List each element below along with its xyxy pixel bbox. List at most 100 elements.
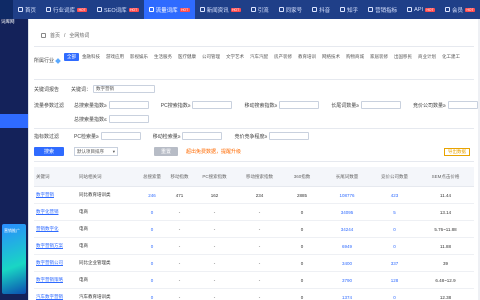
sidebar-item-active[interactable] [0, 114, 28, 128]
bid-company-cell[interactable]: 0 [372, 244, 417, 249]
bid-company-cell[interactable]: 0 [372, 295, 417, 300]
total-search-cell[interactable]: 0 [137, 295, 167, 300]
industry-chip[interactable]: 汽车汽配 [247, 53, 271, 61]
nav-item[interactable]: 新闻资讯 HOT [195, 0, 246, 19]
industry-chip[interactable]: 公司管理 [199, 53, 223, 61]
breadcrumb-home[interactable]: 首页 [50, 32, 60, 39]
filter-input[interactable] [100, 132, 141, 140]
bid-company-cell[interactable]: 128 [372, 278, 417, 283]
sort-select[interactable]: 默认项目排序 ▾ [74, 147, 118, 156]
total-search-cell[interactable]: 0 [137, 261, 167, 266]
longtail-count-cell[interactable]: 108776 [322, 193, 372, 198]
header-cell[interactable]: PC搜索指数 [192, 174, 237, 180]
keyword-link[interactable]: 营销数字化 [34, 226, 79, 232]
breadcrumb-separator: / [64, 32, 66, 39]
sidebar-item[interactable] [0, 91, 28, 105]
header-cell[interactable]: 360指数 [282, 174, 322, 180]
keyword-input-value: 数字营销 [96, 86, 115, 91]
header-cell[interactable]: 总搜索量 [137, 174, 167, 180]
longtail-count-cell[interactable]: 34244 [322, 227, 372, 232]
longtail-count-cell[interactable]: 3400 [322, 261, 372, 266]
industry-chip[interactable]: 金融科技 [79, 53, 103, 61]
header-cell[interactable]: 移动指数 [167, 174, 192, 180]
filter-input[interactable] [447, 101, 478, 109]
nav-item[interactable]: 会员 HOT [440, 0, 480, 19]
industry-chip[interactable]: 文学艺术 [223, 53, 247, 61]
industry-chip[interactable]: 房产装修 [271, 53, 295, 61]
filter-input[interactable] [182, 132, 223, 140]
total-search-cell[interactable]: 0 [137, 210, 167, 215]
header-cell[interactable]: 移动搜索指数 [237, 174, 282, 180]
industry-chip[interactable]: 商业计划 [415, 53, 439, 61]
export-button[interactable]: 导出数据 [444, 148, 470, 156]
sidebar-item[interactable] [0, 37, 28, 51]
nav-item[interactable]: SEO词库 HOT [92, 0, 144, 19]
industry-chip[interactable]: 游戏应用 [103, 53, 127, 61]
nav-item[interactable]: 引流 [246, 0, 274, 19]
reset-button[interactable]: 重置 [154, 147, 178, 156]
search-button[interactable]: 搜索 [34, 147, 64, 156]
nav-item[interactable]: 知乎 [335, 0, 363, 19]
header-cell[interactable]: SEM点击价格 [417, 174, 474, 180]
filter-input[interactable] [108, 115, 149, 123]
table-row[interactable]: 数字营销策略 电商 0 - - - 0 3790 128 6.48~12.9 [34, 272, 474, 289]
header-cell[interactable]: 同站相关词 [79, 174, 137, 180]
keyword-link[interactable]: 数字营销 [34, 192, 79, 198]
upgrade-warning[interactable]: 超出免费数据，提醒升级 [186, 148, 241, 155]
table-row[interactable]: 数字营销方案 电商 0 - - - 0 6949 0 11.88 [34, 238, 474, 255]
bid-company-cell[interactable]: 337 [372, 261, 417, 266]
header-cell[interactable]: 竞价公司数量 [372, 174, 417, 180]
table-row[interactable]: 数字营销 同比教育培训类 246 471 162 234 2885 108776 423 11.4… [34, 187, 474, 204]
keyword-link[interactable]: 数字营销公司 [34, 260, 79, 266]
nav-item[interactable]: 首页 [13, 0, 41, 19]
total-search-cell[interactable]: 0 [137, 244, 167, 249]
keyword-link[interactable]: 数字营销策略 [34, 277, 79, 283]
industry-chip[interactable]: 影视娱乐 [127, 53, 151, 61]
industry-chip[interactable]: 医疗健康 [175, 53, 199, 61]
keyword-link[interactable]: 数字营销方案 [34, 243, 79, 249]
table-row[interactable]: 汽车数字营销 汽车教育培训类 0 - - - 0 1374 0 12.38 [34, 289, 474, 300]
longtail-count-cell-value: 34244 [340, 226, 354, 232]
bid-company-cell[interactable]: 423 [372, 193, 417, 198]
nav-item[interactable]: 行业词库 HOT [41, 0, 92, 19]
header-cell[interactable]: 关键词 [34, 174, 79, 180]
header-cell[interactable]: 长尾词数量 [322, 174, 372, 180]
table-row[interactable]: 数字化营销 电商 0 - - - 0 34095 5 13.14 [34, 204, 474, 221]
total-search-cell[interactable]: 0 [137, 278, 167, 283]
longtail-count-cell[interactable]: 3790 [322, 278, 372, 283]
filter-input[interactable] [192, 101, 233, 109]
filter-input[interactable] [279, 101, 320, 109]
industry-chip[interactable]: 全部 [64, 53, 79, 61]
industry-chip[interactable]: 出国移民 [391, 53, 415, 61]
total-search-cell[interactable]: 0 [137, 227, 167, 232]
industry-chip[interactable]: 购物商城 [343, 53, 367, 61]
keyword-input[interactable]: 数字营销 [93, 85, 156, 93]
nav-item[interactable]: 流量词库 HOT [143, 0, 195, 19]
keyword-link[interactable]: 数字化营销 [34, 209, 79, 215]
industry-chip[interactable]: 化工建工 [439, 53, 463, 61]
nav-item[interactable]: 营销指标 [363, 0, 402, 19]
nav-item[interactable]: 同家号 [274, 0, 308, 19]
keyword-link[interactable]: 汽车数字营销 [34, 294, 79, 300]
filter-input[interactable] [360, 101, 401, 109]
longtail-count-cell[interactable]: 1374 [322, 295, 372, 300]
industry-chip[interactable]: 家居装修 [367, 53, 391, 61]
table-row[interactable]: 数字营销公司 同比企业管理类 0 - - - 0 3400 337 39 [34, 255, 474, 272]
sidebar-promo-banner[interactable]: 营销推广 [2, 224, 26, 294]
longtail-count-cell[interactable]: 34095 [322, 210, 372, 215]
home-icon[interactable] [41, 33, 46, 38]
total-search-cell[interactable]: 246 [137, 193, 167, 198]
sidebar-item[interactable] [0, 55, 28, 69]
nav-item[interactable]: API HOT [402, 0, 440, 19]
industry-chip[interactable]: 网络技术 [319, 53, 343, 61]
industry-chip[interactable]: 生活服务 [151, 53, 175, 61]
industry-chip[interactable]: 教育培训 [295, 53, 319, 61]
bid-company-cell[interactable]: 5 [372, 210, 417, 215]
nav-item[interactable]: 抖音 [307, 0, 335, 19]
table-row[interactable]: 营销数字化 电商 0 - - - 0 34244 0 5.76~11.88 [34, 221, 474, 238]
longtail-count-cell[interactable]: 6949 [322, 244, 372, 249]
bid-company-cell[interactable]: 0 [372, 227, 417, 232]
filter-input[interactable] [108, 101, 149, 109]
filter-input[interactable] [269, 132, 310, 140]
sidebar-item[interactable] [0, 73, 28, 87]
